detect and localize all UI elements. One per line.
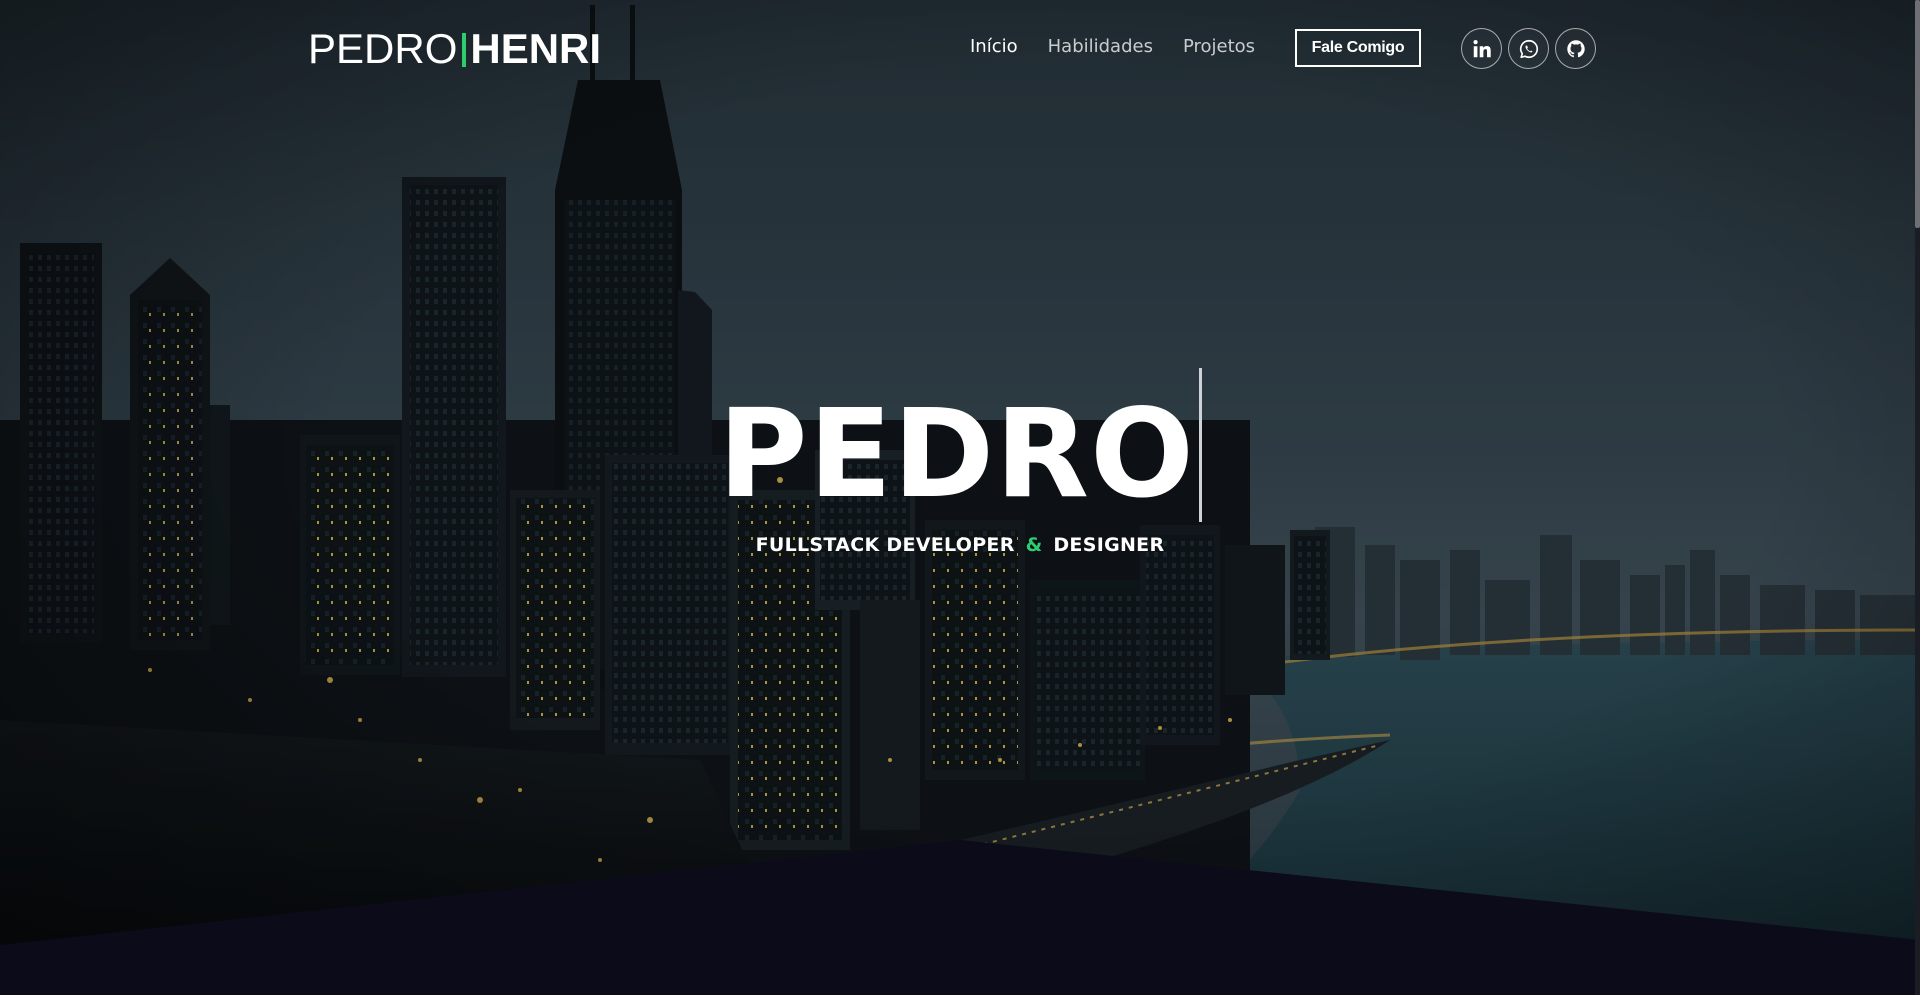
whatsapp-link[interactable] [1508,28,1549,69]
hero-subtitle: FULLSTACK DEVELOPER & DESIGNER [0,534,1920,556]
linkedin-link[interactable] [1461,28,1502,69]
contact-button[interactable]: Fale Comigo [1295,29,1421,67]
hero-subtitle-design: DESIGNER [1053,534,1165,556]
social-links [1461,28,1596,69]
typing-cursor [1198,368,1202,522]
github-link[interactable] [1555,28,1596,69]
hero-subtitle-amp: & [1025,534,1043,556]
nav-item-inicio[interactable]: Início [970,36,1018,57]
site-logo[interactable]: PEDRO HENRI [308,28,601,70]
github-icon [1566,39,1585,57]
scrollbar-thumb[interactable] [1915,0,1920,228]
linkedin-icon [1472,39,1491,57]
logo-first: PEDRO [308,25,458,72]
hero-title: PEDRO [0,368,1920,522]
logo-second: HENRI [470,25,602,72]
hero-title-text: PEDRO [718,383,1195,525]
hero-subtitle-role: FULLSTACK DEVELOPER [755,534,1015,556]
logo-divider [462,33,467,67]
whatsapp-icon [1519,39,1538,58]
page-scrollbar[interactable] [1915,0,1920,995]
page: PEDRO HENRI Início Habilidades Projetos F… [0,0,1920,995]
main-nav: Início Habilidades Projetos [970,36,1255,57]
nav-item-projetos[interactable]: Projetos [1183,36,1255,57]
nav-item-habilidades[interactable]: Habilidades [1048,36,1153,57]
